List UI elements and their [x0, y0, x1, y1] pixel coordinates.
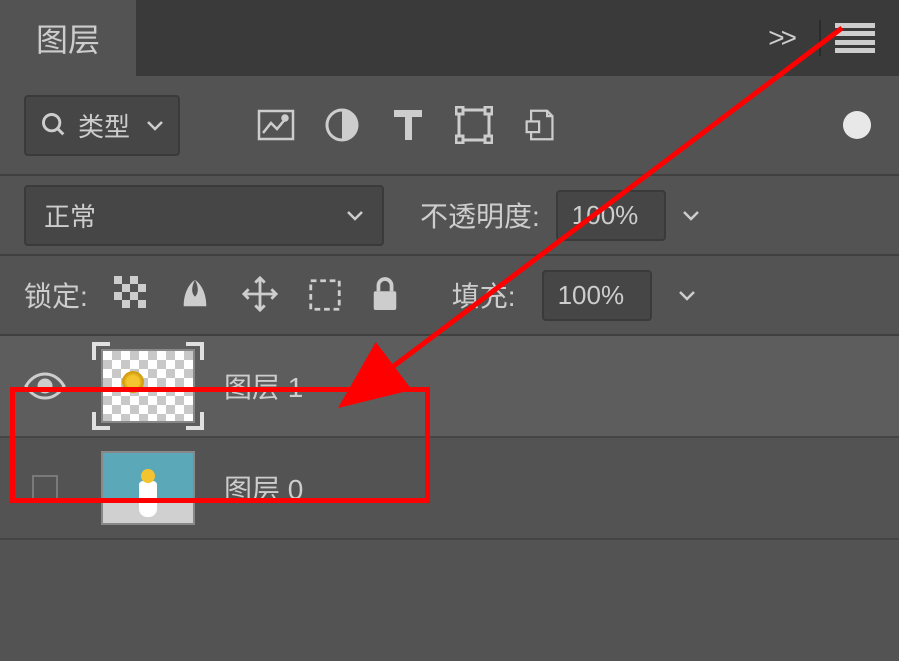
- layer-row[interactable]: 图层 0: [0, 438, 899, 540]
- filter-toggle[interactable]: [843, 111, 871, 139]
- divider: [819, 20, 821, 56]
- layer-thumbnail[interactable]: [94, 344, 202, 428]
- fill-input[interactable]: 100%: [542, 270, 652, 321]
- lock-artboard-icon[interactable]: [306, 276, 344, 314]
- blend-mode-row: 正常 不透明度: 100%: [0, 176, 899, 256]
- layer-name[interactable]: 图层 1: [224, 366, 303, 406]
- collapse-panel-button[interactable]: >>: [756, 22, 805, 54]
- chevron-down-icon: [146, 119, 164, 131]
- fill-stepper[interactable]: [678, 277, 700, 313]
- blend-mode-value: 正常: [44, 197, 96, 234]
- search-icon: [40, 111, 68, 139]
- lock-label: 锁定:: [24, 275, 88, 315]
- layer-row[interactable]: 图层 1: [0, 336, 899, 438]
- blend-mode-dropdown[interactable]: 正常: [24, 185, 384, 246]
- opacity-stepper[interactable]: [682, 197, 704, 233]
- visibility-eye-icon[interactable]: [24, 372, 66, 400]
- fill-label: 填充:: [452, 275, 516, 315]
- filter-smartobject-icon[interactable]: [518, 103, 562, 147]
- panel-tab-bar: 图层 >>: [0, 0, 899, 76]
- filter-adjustment-icon[interactable]: [320, 103, 364, 147]
- filter-type-dropdown[interactable]: 类型: [24, 95, 180, 156]
- layer-thumbnail[interactable]: [94, 446, 202, 530]
- opacity-label: 不透明度:: [420, 195, 540, 235]
- filter-pixel-icon[interactable]: [254, 103, 298, 147]
- lock-image-icon[interactable]: [178, 276, 216, 314]
- tab-label: 图层: [36, 15, 100, 61]
- chevron-down-icon: [346, 209, 364, 221]
- visibility-toggle-off[interactable]: [32, 475, 58, 501]
- lock-all-icon[interactable]: [370, 276, 408, 314]
- layer-name[interactable]: 图层 0: [224, 468, 303, 508]
- layers-list: 图层 1 图层 0: [0, 336, 899, 540]
- layer-filter-row: 类型: [0, 76, 899, 176]
- panel-menu-button[interactable]: [835, 23, 875, 53]
- filter-shape-icon[interactable]: [452, 103, 496, 147]
- filter-type-label: 类型: [78, 107, 130, 144]
- lock-transparency-icon[interactable]: [114, 276, 152, 314]
- lock-row: 锁定: 填充: 100%: [0, 256, 899, 336]
- opacity-input[interactable]: 100%: [556, 190, 666, 241]
- lock-position-icon[interactable]: [242, 276, 280, 314]
- filter-type-text-icon[interactable]: [386, 103, 430, 147]
- tab-layers[interactable]: 图层: [0, 0, 136, 76]
